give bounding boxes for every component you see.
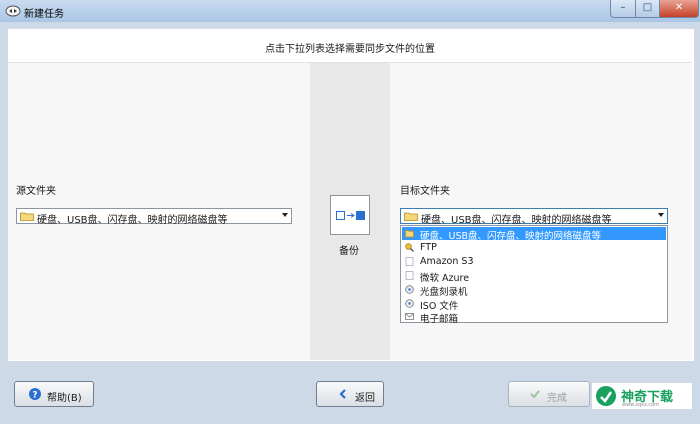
source-selected-text: 硬盘、USB盘、闪存盘、映射的网络磁盘等 bbox=[37, 215, 228, 226]
watermark-url: www.sqxz.com bbox=[622, 402, 660, 408]
folder-icon bbox=[405, 230, 414, 238]
chevron-down-icon[interactable] bbox=[282, 213, 288, 217]
watermark-logo-icon bbox=[596, 386, 616, 406]
sync-mode-button[interactable] bbox=[330, 195, 370, 235]
finish-button[interactable]: 完成 bbox=[508, 381, 590, 407]
sync-mode-label: 备份 bbox=[339, 246, 359, 257]
title-bar: 新建任务 – □ ✕ bbox=[0, 0, 700, 23]
dropdown-option-disk[interactable]: 硬盘、USB盘、闪存盘、映射的网络磁盘等 bbox=[402, 227, 666, 242]
target-dropdown-list: 硬盘、USB盘、闪存盘、映射的网络磁盘等 FTP Amazon S3 微软 Az… bbox=[400, 225, 668, 325]
chevron-down-icon[interactable] bbox=[658, 213, 664, 217]
help-icon: ? bbox=[29, 388, 41, 400]
disc-icon bbox=[405, 299, 414, 308]
target-selected-text: 硬盘、USB盘、闪存盘、映射的网络磁盘等 bbox=[421, 215, 612, 226]
source-label: 源文件夹 bbox=[16, 186, 56, 197]
instruction-text: 点击下拉列表选择需要同步文件的位置 bbox=[265, 44, 435, 55]
check-icon bbox=[530, 390, 540, 399]
cloud-icon bbox=[405, 271, 414, 280]
source-dropdown[interactable]: 硬盘、USB盘、闪存盘、映射的网络磁盘等 bbox=[16, 208, 292, 226]
folder-icon bbox=[20, 212, 34, 221]
back-button[interactable]: 返回 bbox=[316, 381, 384, 407]
folder-icon bbox=[404, 212, 418, 221]
watermark: 神奇下载 www.sqxz.com bbox=[592, 383, 692, 409]
target-dropdown[interactable]: 硬盘、USB盘、闪存盘、映射的网络磁盘等 bbox=[400, 208, 668, 226]
target-square-icon bbox=[356, 211, 365, 220]
source-square-icon bbox=[336, 211, 345, 220]
dropdown-option-ftp[interactable]: FTP bbox=[402, 241, 666, 254]
dropdown-option-amazon-s3[interactable]: Amazon S3 bbox=[402, 255, 666, 268]
mail-icon bbox=[405, 313, 414, 320]
chevron-left-icon bbox=[339, 389, 346, 399]
cloud-icon bbox=[405, 257, 414, 266]
help-button[interactable]: ? 帮助(B) bbox=[14, 381, 94, 407]
close-button[interactable]: ✕ bbox=[659, 0, 699, 18]
minimize-button[interactable]: – bbox=[610, 0, 636, 18]
ftp-icon bbox=[405, 243, 414, 252]
maximize-button[interactable]: □ bbox=[635, 0, 660, 18]
instruction-header: 点击下拉列表选择需要同步文件的位置 bbox=[8, 29, 692, 63]
disc-icon bbox=[405, 285, 414, 294]
svg-text:?: ? bbox=[32, 391, 37, 401]
app-icon bbox=[5, 5, 21, 17]
dropdown-option-iso-file[interactable]: ISO 文件 bbox=[402, 297, 666, 312]
dropdown-option-email[interactable]: 电子邮箱 bbox=[402, 310, 666, 325]
target-label: 目标文件夹 bbox=[400, 186, 450, 197]
arrow-right-icon bbox=[347, 213, 355, 218]
dropdown-option-disc-burner[interactable]: 光盘刻录机 bbox=[402, 283, 666, 298]
window-title: 新建任务 bbox=[24, 9, 64, 20]
dropdown-option-azure[interactable]: 微软 Azure bbox=[402, 269, 666, 284]
